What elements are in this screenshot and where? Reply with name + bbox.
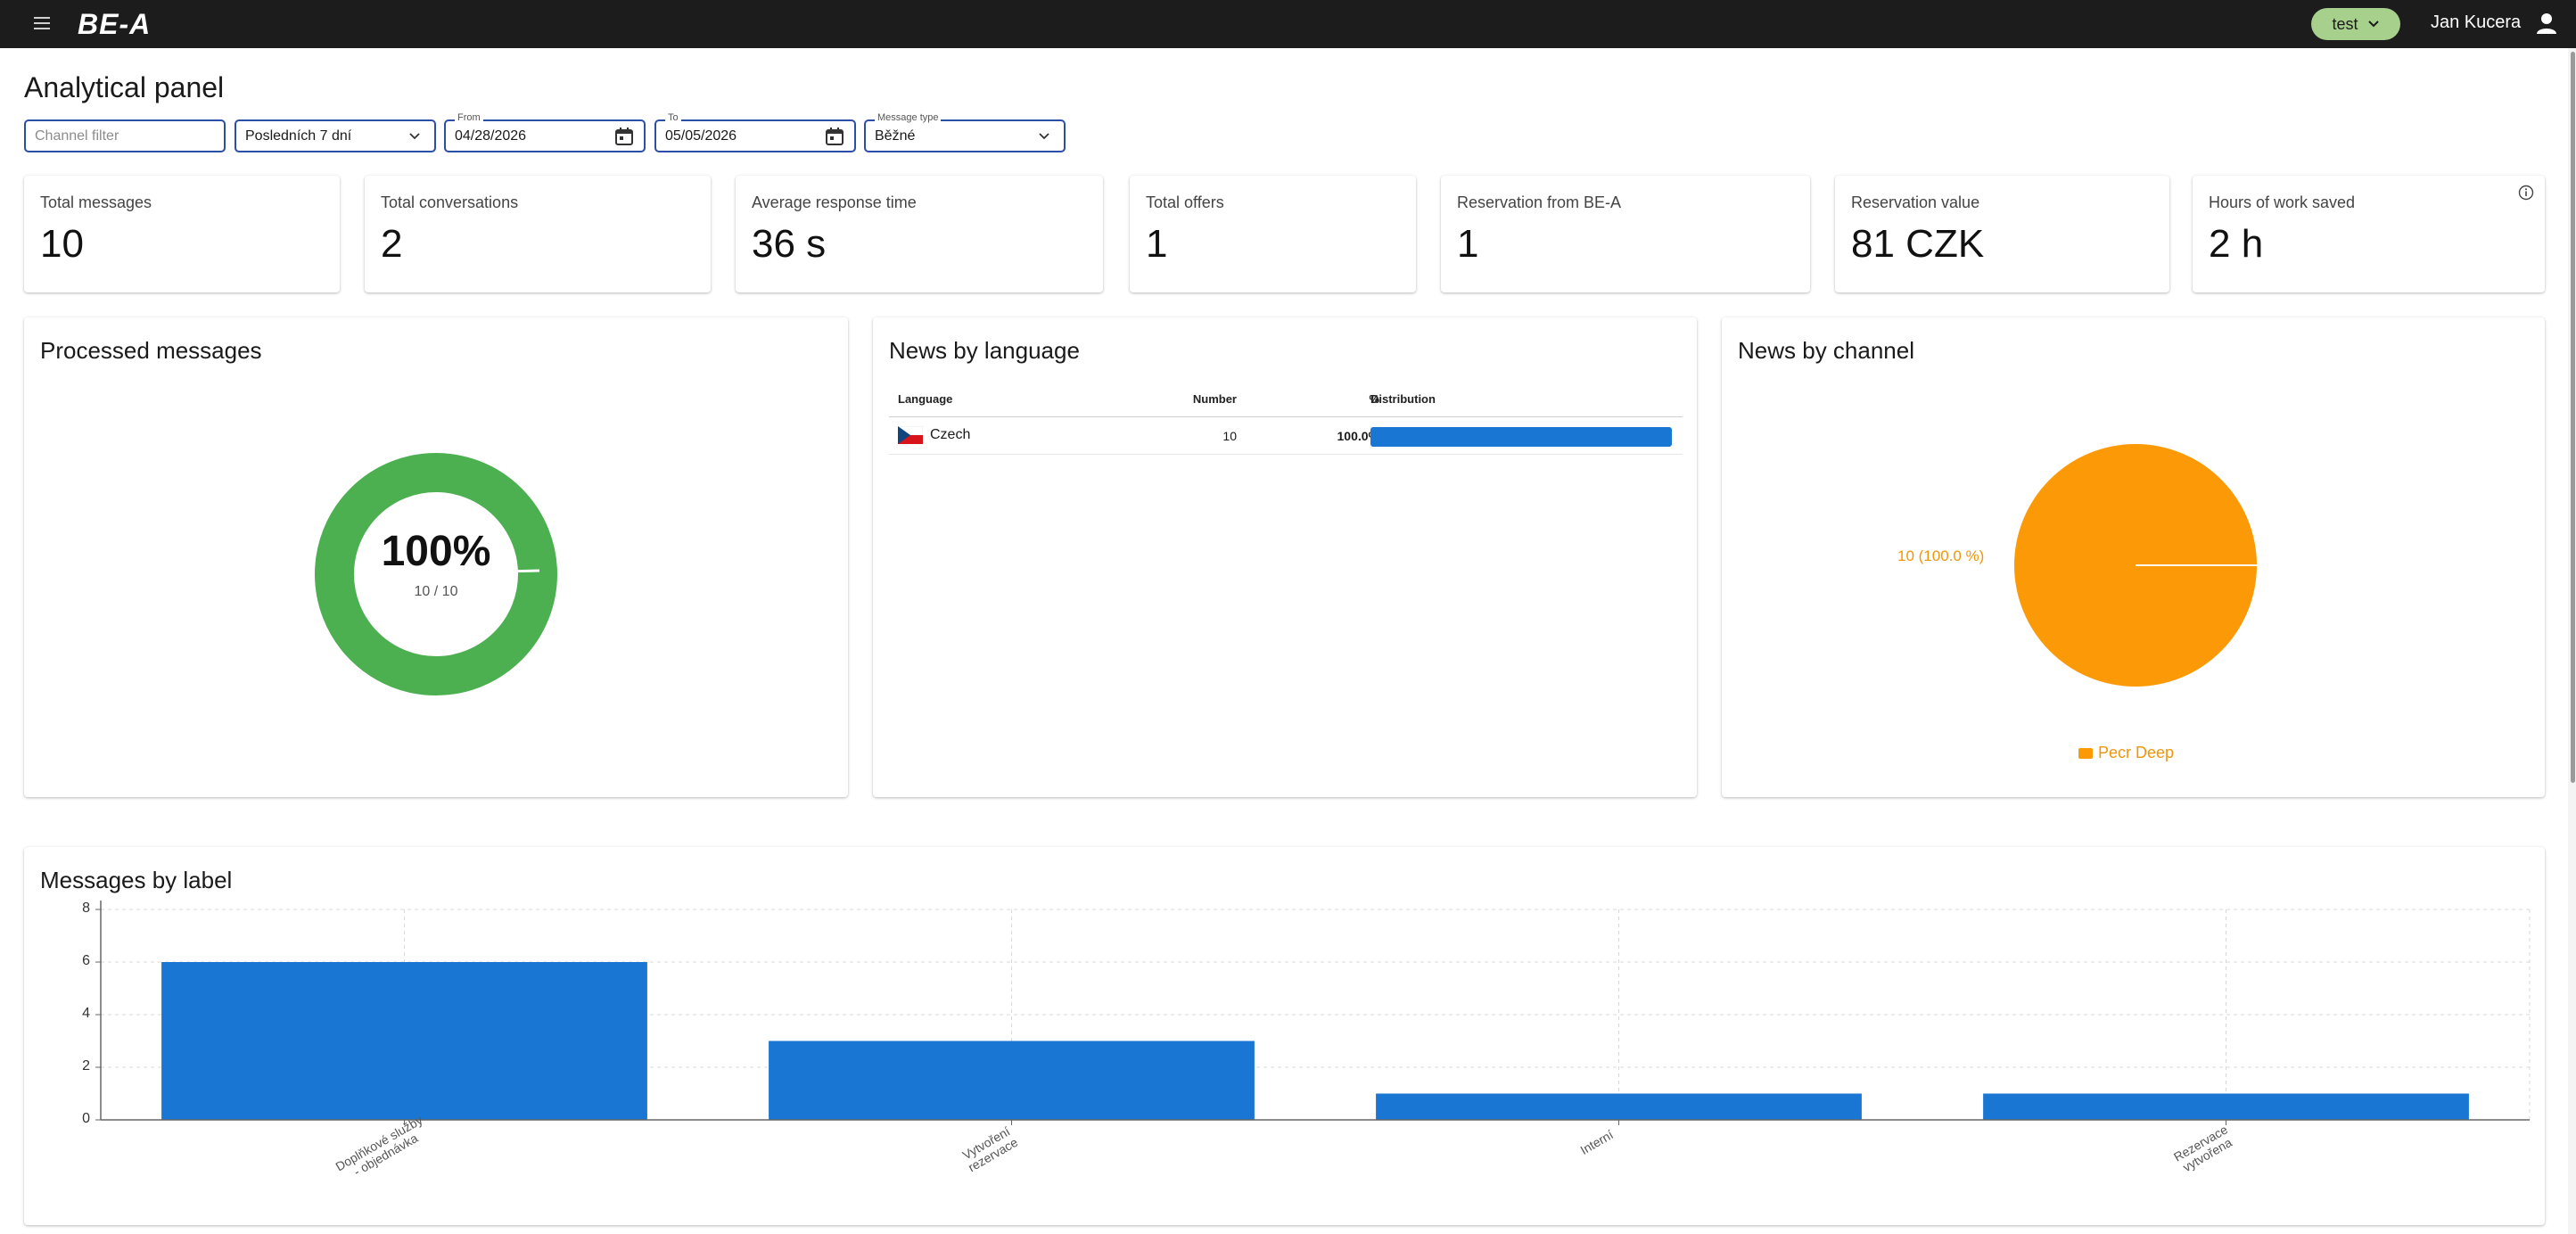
stat-card-average-response-time: Average response time 36 s <box>736 176 1103 292</box>
processed-ratio: 10 / 10 <box>414 584 458 599</box>
language-cell: Czech <box>898 426 970 444</box>
language-number: 10 <box>1222 429 1237 443</box>
y-tick-label: 0 <box>82 1111 90 1126</box>
processed-percent: 100% <box>381 528 491 575</box>
channel-pie-chart <box>2014 444 2257 687</box>
menu-icon[interactable] <box>32 13 52 33</box>
table-row: Czech 10 100.0% <box>889 417 1683 455</box>
stat-label: Hours of work saved <box>2209 193 2356 211</box>
x-tick-label: Interní <box>1577 1127 1616 1157</box>
stat-value: 2 h <box>2209 222 2264 266</box>
stat-value: 1 <box>1457 222 1479 266</box>
channel-filter-placeholder: Channel filter <box>35 128 119 144</box>
user-name[interactable]: Jan Kucera <box>2431 12 2521 33</box>
page-title: Analytical panel <box>24 71 225 103</box>
calendar-icon[interactable] <box>613 126 635 147</box>
stat-label: Total messages <box>40 193 152 211</box>
environment-label: test <box>2332 14 2358 33</box>
stat-card-reservation-from-bea: Reservation from BE-A 1 <box>1441 176 1810 292</box>
x-tick-label: Rezervace vytvořena <box>2170 1122 2234 1175</box>
message-type-select[interactable]: Message type Běžné <box>864 112 1066 152</box>
message-type-label: Message type <box>875 112 942 123</box>
messages-by-label-panel: Messages by label 0 2 4 6 8 Doplňkové služby … <box>24 847 2545 1225</box>
channel-legend-item[interactable]: Pecr Deep <box>2078 744 2174 762</box>
stat-label: Reservation from BE-A <box>1457 193 1622 211</box>
chevron-down-icon <box>1039 133 1049 140</box>
from-date-label: From <box>455 112 483 123</box>
y-tick-label: 2 <box>82 1058 90 1074</box>
info-icon[interactable] <box>2518 185 2534 201</box>
stat-label: Total conversations <box>381 193 519 211</box>
to-date-field[interactable]: To 05/05/2026 <box>654 112 856 152</box>
header-number[interactable]: Number <box>1156 392 1237 406</box>
table-header: Language Number % Distribution <box>889 382 1683 417</box>
top-app-bar: BE-A test Jan Kucera <box>0 0 2576 48</box>
header-distribution: Distribution <box>1370 392 1436 406</box>
legend-label: Pecr Deep <box>2098 744 2175 761</box>
user-icon[interactable] <box>2534 11 2559 36</box>
stat-value: 36 s <box>752 222 827 266</box>
chevron-down-icon <box>409 133 420 140</box>
stat-value: 2 <box>381 222 403 266</box>
x-tick-label: Vytvoření rezervace <box>959 1123 1020 1175</box>
header-language[interactable]: Language <box>898 392 952 406</box>
chart-labels-layer: 0 2 4 6 8 Doplňkové služby - objednávka Vytvoř… <box>24 847 2545 1225</box>
distribution-bar <box>1370 427 1672 447</box>
chevron-down-icon <box>2367 21 2379 28</box>
to-date-value: 05/05/2026 <box>665 128 737 144</box>
to-date-label: To <box>665 112 681 123</box>
x-tick-label: Doplňkové služby - objednávka <box>332 1112 425 1180</box>
y-tick-label: 8 <box>82 901 90 916</box>
stat-label: Reservation value <box>1851 193 1980 211</box>
stat-value: 10 <box>40 222 84 266</box>
panel-title: News by language <box>889 337 1080 364</box>
header-percent[interactable]: % <box>1299 392 1379 406</box>
period-select[interactable]: Posledních 7 dní <box>235 119 436 152</box>
news-by-channel-panel: News by channel 10 (100.0 %) Pecr Deep <box>1722 317 2545 797</box>
stat-card-total-offers: Total offers 1 <box>1130 176 1416 292</box>
from-date-field[interactable]: From 04/28/2026 <box>444 112 646 152</box>
message-type-value: Běžné <box>875 128 916 144</box>
stat-card-total-messages: Total messages 10 <box>24 176 340 292</box>
environment-selector[interactable]: test <box>2311 8 2400 40</box>
app-logo[interactable]: BE-A <box>78 8 151 41</box>
stat-value: 81 CZK <box>1851 222 1985 266</box>
calendar-icon[interactable] <box>824 126 845 147</box>
stat-value: 1 <box>1146 222 1168 266</box>
language-percent: 100.0% <box>1337 429 1379 443</box>
news-by-language-panel: News by language Language Number % Distr… <box>873 317 1697 797</box>
period-value: Posledních 7 dní <box>245 128 352 144</box>
legend-swatch <box>2078 747 2093 759</box>
panel-title: News by channel <box>1738 337 1914 364</box>
pie-slice-label: 10 (100.0 %) <box>1897 547 1985 564</box>
y-tick-label: 6 <box>82 953 90 968</box>
stat-card-hours-saved: Hours of work saved 2 h <box>2193 176 2545 292</box>
stat-label: Average response time <box>752 193 917 211</box>
channel-filter-input[interactable]: Channel filter <box>24 119 226 152</box>
stat-card-total-conversations: Total conversations 2 <box>365 176 711 292</box>
stat-card-reservation-value: Reservation value 81 CZK <box>1835 176 2169 292</box>
from-date-value: 04/28/2026 <box>455 128 527 144</box>
language-table: Language Number % Distribution Czech 10 … <box>889 382 1683 455</box>
processed-messages-panel: Processed messages 100% 10 / 10 <box>24 317 848 797</box>
scrollbar-thumb[interactable] <box>2571 52 2575 783</box>
language-name: Czech <box>930 427 971 442</box>
czech-flag-icon <box>898 426 923 444</box>
stat-label: Total offers <box>1146 193 1224 211</box>
y-tick-label: 4 <box>82 1006 90 1021</box>
panel-title: Processed messages <box>40 337 262 364</box>
